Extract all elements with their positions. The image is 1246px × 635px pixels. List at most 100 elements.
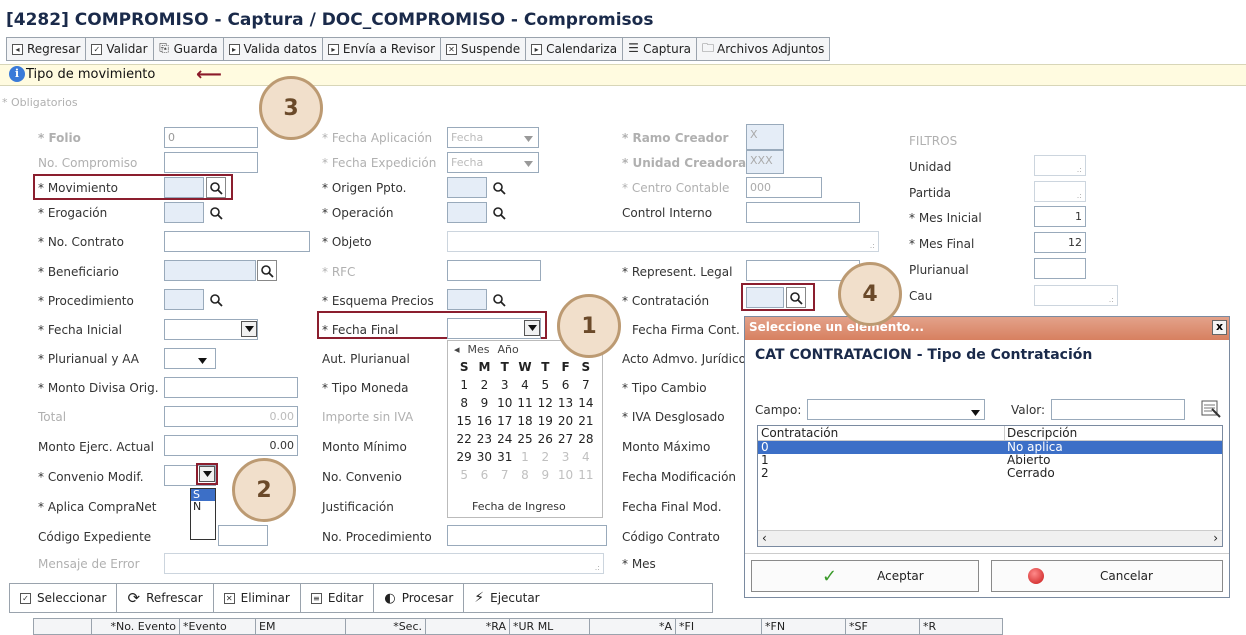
envia-revisor-button[interactable]: ▸ Envía a Revisor [323,38,442,60]
calendar-day[interactable]: 13 [555,394,575,412]
guarda-button[interactable]: ⎘ Guarda [154,38,224,60]
filtro-unidad-input[interactable]: .: [1034,155,1086,176]
grid-col-a[interactable]: *A [590,619,676,634]
eliminar-button[interactable]: ✕ Eliminar [214,584,301,612]
calendar-day[interactable]: 6 [555,376,575,394]
calendar-day[interactable]: 11 [515,394,535,412]
calendar-day[interactable]: 11 [576,466,596,484]
valida-datos-button[interactable]: ▸ Valida datos [224,38,323,60]
suspende-button[interactable]: ✕ Suspende [441,38,527,60]
grid-col-sec[interactable]: *Sec. [346,619,426,634]
operacion-search-button[interactable] [489,202,509,223]
refrescar-button[interactable]: ⟳ Refrescar [117,584,214,612]
seleccionar-button[interactable]: ✓ Seleccionar [10,584,118,612]
grid-col-r[interactable]: *R [920,619,1002,634]
validar-button[interactable]: ✓ Validar [86,38,154,60]
codigo-expediente-input[interactable] [218,525,268,546]
origen-ppto-search-button[interactable] [489,177,509,198]
scroll-right-icon[interactable]: › [1213,531,1218,545]
no-compromiso-input[interactable] [164,152,258,173]
calendar-day[interactable]: 2 [474,376,494,394]
grid-col-ra[interactable]: *RA [426,619,510,634]
esquema-precios-search-button[interactable] [489,289,509,310]
calendar-day[interactable]: 21 [576,412,596,430]
no-procedimiento-input[interactable] [447,525,607,546]
fecha-final-dropdown[interactable] [524,320,540,336]
scroll-left-icon[interactable]: ‹ [762,531,767,545]
monto-divisa-input[interactable] [164,377,298,398]
calendar-day[interactable]: 12 [535,394,555,412]
grid-col-ur-ml[interactable]: *UR ML [510,619,590,634]
calendar-day[interactable]: 26 [535,430,555,448]
campo-select[interactable] [807,399,985,420]
calendar-day[interactable]: 8 [515,466,535,484]
procedimiento-input[interactable] [164,289,204,310]
calendar-day[interactable]: 6 [474,466,494,484]
calendar-day[interactable]: 29 [454,448,474,466]
operacion-input[interactable] [447,202,487,223]
calendar-day[interactable]: 9 [474,394,494,412]
contratacion-search-button[interactable] [786,287,806,308]
calendar-year-selector[interactable]: Año [498,343,519,356]
beneficiario-search-button[interactable] [257,260,277,281]
erogacion-search-button[interactable] [206,202,226,223]
calendar-day[interactable]: 5 [535,376,555,394]
archivos-adjuntos-button[interactable]: 🗀 Archivos Adjuntos [697,38,829,60]
calendar-day[interactable]: 9 [535,466,555,484]
calendar-day[interactable]: 15 [454,412,474,430]
calendar-day[interactable]: 2 [535,448,555,466]
regresar-button[interactable]: ◂ Regresar [7,38,87,60]
filter-search-button[interactable] [1200,397,1222,419]
editar-button[interactable]: ≡ Editar [301,584,375,612]
table-row[interactable]: 2 Cerrado [758,467,1222,480]
folio-input[interactable]: 0 [164,127,258,148]
calendar-day[interactable]: 14 [576,394,596,412]
filtro-cau-input[interactable]: .: [1034,285,1118,306]
grid-col-fi[interactable]: *FI [676,619,762,634]
filtro-partida-input[interactable]: .: [1034,181,1086,202]
calendar-prev-button[interactable]: ◂ [454,343,460,356]
fecha-inicial-dropdown[interactable] [241,321,257,337]
captura-button[interactable]: ☰ Captura [623,38,698,60]
table-row[interactable]: 1 Abierto [758,454,1222,467]
calendar-day[interactable]: 5 [454,466,474,484]
objeto-input[interactable]: .: [447,231,879,252]
calendar-day[interactable]: 16 [474,412,494,430]
procedimiento-search-button[interactable] [206,289,226,310]
calendar-day[interactable]: 7 [495,466,515,484]
calendar-day[interactable]: 27 [555,430,575,448]
calendar-day[interactable]: 4 [515,376,535,394]
cancelar-button[interactable]: Cancelar [991,560,1223,592]
no-contrato-input[interactable] [164,231,310,252]
convenio-option-n[interactable]: N [191,501,215,513]
control-interno-input[interactable] [746,202,860,223]
calendar-day[interactable]: 3 [495,376,515,394]
calendar-day[interactable]: 25 [515,430,535,448]
filtro-plurianual-input[interactable] [1034,258,1086,279]
calendar-day[interactable]: 8 [454,394,474,412]
calendar-day[interactable]: 30 [474,448,494,466]
calendar-month-selector[interactable]: Mes [468,343,490,356]
plurianual-aa-select[interactable] [164,348,216,369]
contratacion-input[interactable] [746,287,784,308]
filtro-mes-inicial-input[interactable]: 1 [1034,206,1086,227]
filtro-mes-final-input[interactable]: 12 [1034,232,1086,253]
calendariza-button[interactable]: ▸ Calendariza [526,38,624,60]
calendar-day[interactable]: 24 [495,430,515,448]
procesar-button[interactable]: ◐ Procesar [374,584,465,612]
calendar-day[interactable]: 10 [495,394,515,412]
calendar-day[interactable]: 20 [555,412,575,430]
monto-ejerc-input[interactable]: 0.00 [164,435,298,456]
calendar-day[interactable]: 23 [474,430,494,448]
calendar-day[interactable]: 7 [576,376,596,394]
calendar-day[interactable]: 10 [555,466,575,484]
ejecutar-button[interactable]: ⚡ Ejecutar [464,584,549,612]
column-header-contratacion[interactable]: Contratación [758,426,1004,440]
calendar-day[interactable]: 1 [515,448,535,466]
movimiento-input[interactable] [164,177,204,198]
beneficiario-input[interactable] [164,260,256,281]
calendar-day[interactable]: 31 [495,448,515,466]
calendar-day[interactable]: 18 [515,412,535,430]
valor-input[interactable] [1051,399,1185,420]
column-header-descripcion[interactable]: Descripción [1004,426,1222,440]
